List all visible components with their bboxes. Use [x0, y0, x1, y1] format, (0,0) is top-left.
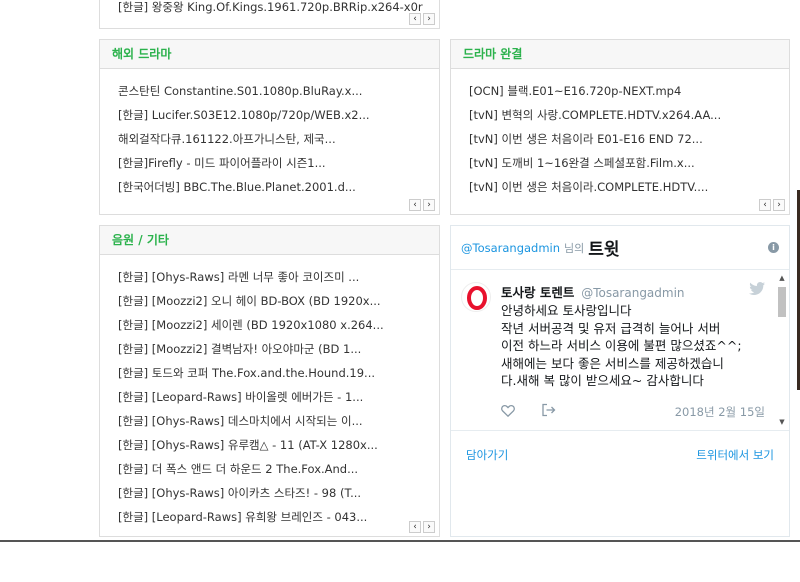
list-item[interactable]: [tvN] 이번 생은 처음이라 E01-E16 END 72... [469, 127, 771, 151]
view-on-twitter-link[interactable]: 트위터에서 보기 [696, 447, 774, 463]
scroll-down-icon[interactable]: ▼ [777, 418, 787, 426]
panel-header: 해외 드라마 [100, 40, 439, 69]
list-item[interactable]: [한글] [Moozzi2] 오니 헤이 BD-BOX (BD 1920x... [118, 289, 421, 313]
next-page-button[interactable]: › [423, 13, 435, 25]
list-item[interactable]: [한글] [Leopard-Raws] 유희왕 브레인즈 - 043... [118, 505, 421, 529]
list-item[interactable]: [한글]Firefly - 미드 파이어플라이 시즌1... [118, 151, 421, 175]
twitter-header: @Tosarangadmin 님의 트윗 i [451, 226, 789, 270]
item-list: [한글] [Ohys-Raws] 라멘 너무 좋아 코이즈미 ... [한글] … [100, 255, 439, 529]
twitter-footer: 담아가기 트위터에서 보기 [451, 430, 789, 463]
tweet-text-line: 새해에는 보다 좋은 서비스를 제공하겠습니 [501, 355, 724, 371]
list-item[interactable]: 콘스탄틴 Constantine.S01.1080p.BluRay.x... [118, 79, 421, 103]
music-etc-panel: 음원 / 기타 [한글] [Ohys-Raws] 라멘 너무 좋아 코이즈미 .… [99, 225, 440, 537]
twitter-handle-link[interactable]: @Tosarangadmin [461, 241, 560, 255]
list-item[interactable]: [한글] 왕중왕 King.Of.Kings.1961.720p.BRRip.x… [118, 0, 423, 15]
list-item[interactable]: [한국어더빙] BBC.The.Blue.Planet.2001.d... [118, 175, 421, 199]
twitter-title: 트윗 [588, 240, 620, 260]
next-page-button[interactable]: › [423, 199, 435, 211]
list-item[interactable]: [tvN] 도깨비 1~16완결 스페셜포함.Film.x... [469, 151, 771, 175]
list-item[interactable]: [한글] 더 폭스 앤드 더 하운드 2 The.Fox.And... [118, 457, 421, 481]
info-icon[interactable]: i [768, 242, 779, 253]
tweet-text-line: 이전 하느라 서비스 이용에 불편 많으셨죠^^; [501, 338, 742, 353]
pager: ‹ › [409, 521, 435, 533]
panel-title[interactable]: 드라마 완결 [463, 47, 522, 61]
panel-title[interactable]: 해외 드라마 [112, 47, 171, 61]
heart-icon[interactable] [501, 404, 515, 420]
list-item[interactable]: [OCN] 블랙.E01~E16.720p-NEXT.mp4 [469, 79, 771, 103]
item-list: 콘스탄틴 Constantine.S01.1080p.BluRay.x... [… [100, 69, 439, 199]
twitter-bird-icon[interactable] [749, 282, 765, 298]
list-item[interactable]: [한글] [Ohys-Raws] 데스마치에서 시작되는 이... [118, 409, 421, 433]
panel-header: 음원 / 기타 [100, 226, 439, 255]
prev-page-button[interactable]: ‹ [409, 199, 421, 211]
tweet-author-handle[interactable]: @Tosarangadmin [581, 286, 684, 300]
list-item[interactable]: [tvN] 이번 생은 처음이라.COMPLETE.HDTV.... [469, 175, 771, 199]
tweet: 토사랑 토렌트 @Tosarangadmin 안녕하세요 토사랑입니다 작년 서… [451, 272, 773, 426]
tweet-text-line: 다.새해 복 많이 받으세요~ 감사합니다 [501, 373, 704, 388]
list-item[interactable]: 해외걸작다큐.161122.아프가니스탄, 제국... [118, 127, 421, 151]
panel-header: 드라마 완결 [451, 40, 789, 69]
next-page-button[interactable]: › [423, 521, 435, 533]
list-item[interactable]: [한글] [Ohys-Raws] 아이카츠 스타즈! - 98 (T... [118, 481, 421, 505]
panel-title[interactable]: 음원 / 기타 [112, 233, 169, 247]
tweet-author-name[interactable]: 토사랑 토렌트 [501, 285, 574, 300]
tweet-text: 안녕하세요 토사랑입니다 작년 서버공격 및 유저 급격히 늘어나 서버 이전 … [501, 302, 742, 390]
tweet-text-line: 안녕하세요 토사랑입니다 [501, 303, 632, 318]
scroll-thumb[interactable] [778, 287, 786, 317]
list-item[interactable]: [한글] [Leopard-Raws] 바이올렛 에버가든 - 1... [118, 385, 421, 409]
top-list-panel: [한글] 왕중왕 King.Of.Kings.1961.720p.BRRip.x… [99, 0, 440, 29]
page-divider [0, 540, 800, 542]
list-item[interactable]: [tvN] 변혁의 사랑.COMPLETE.HDTV.x264.AA... [469, 103, 771, 127]
list-item[interactable]: [한글] 토드와 코퍼 The.Fox.and.the.Hound.19... [118, 361, 421, 385]
pager: ‹ › [409, 13, 435, 25]
prev-page-button[interactable]: ‹ [409, 521, 421, 533]
list-item[interactable]: [한글] [Ohys-Raws] 라멘 너무 좋아 코이즈미 ... [118, 265, 421, 289]
drama-complete-panel: 드라마 완결 [OCN] 블랙.E01~E16.720p-NEXT.mp4 [t… [450, 39, 790, 215]
next-page-button[interactable]: › [773, 199, 785, 211]
item-list: [OCN] 블랙.E01~E16.720p-NEXT.mp4 [tvN] 변혁의… [451, 69, 789, 199]
embed-link[interactable]: 담아가기 [466, 447, 508, 463]
tweet-text-line: 작년 서버공격 및 유저 급격히 늘어나 서버 [501, 320, 721, 336]
tweet-scrollbar[interactable]: ▲ ▼ [777, 274, 787, 426]
foreign-drama-panel: 해외 드라마 콘스탄틴 Constantine.S01.1080p.BluRay… [99, 39, 440, 215]
tweet-date[interactable]: 2018년 2월 15일 [675, 404, 765, 420]
list-item[interactable]: [한글] Lucifer.S03E12.1080p/720p/WEB.x2... [118, 103, 421, 127]
share-icon[interactable] [541, 403, 556, 420]
pager: ‹ › [409, 199, 435, 211]
tweet-author: 토사랑 토렌트 @Tosarangadmin [501, 282, 685, 301]
avatar[interactable] [461, 282, 491, 312]
pager: ‹ › [759, 199, 785, 211]
scroll-up-icon[interactable]: ▲ [777, 274, 787, 282]
twitter-by-label: 님의 [564, 241, 585, 255]
twitter-widget: @Tosarangadmin 님의 트윗 i 토사랑 토렌트 @Tosarang… [450, 225, 790, 537]
list-item[interactable]: [한글] [Ohys-Raws] 유루캠△ - 11 (AT-X 1280x..… [118, 433, 421, 457]
list-item[interactable]: [한글] [Moozzi2] 결벽남자! 아오야마군 (BD 1... [118, 337, 421, 361]
prev-page-button[interactable]: ‹ [759, 199, 771, 211]
list-item[interactable]: [한글] [Moozzi2] 세이렌 (BD 1920x1080 x.264..… [118, 313, 421, 337]
prev-page-button[interactable]: ‹ [409, 13, 421, 25]
